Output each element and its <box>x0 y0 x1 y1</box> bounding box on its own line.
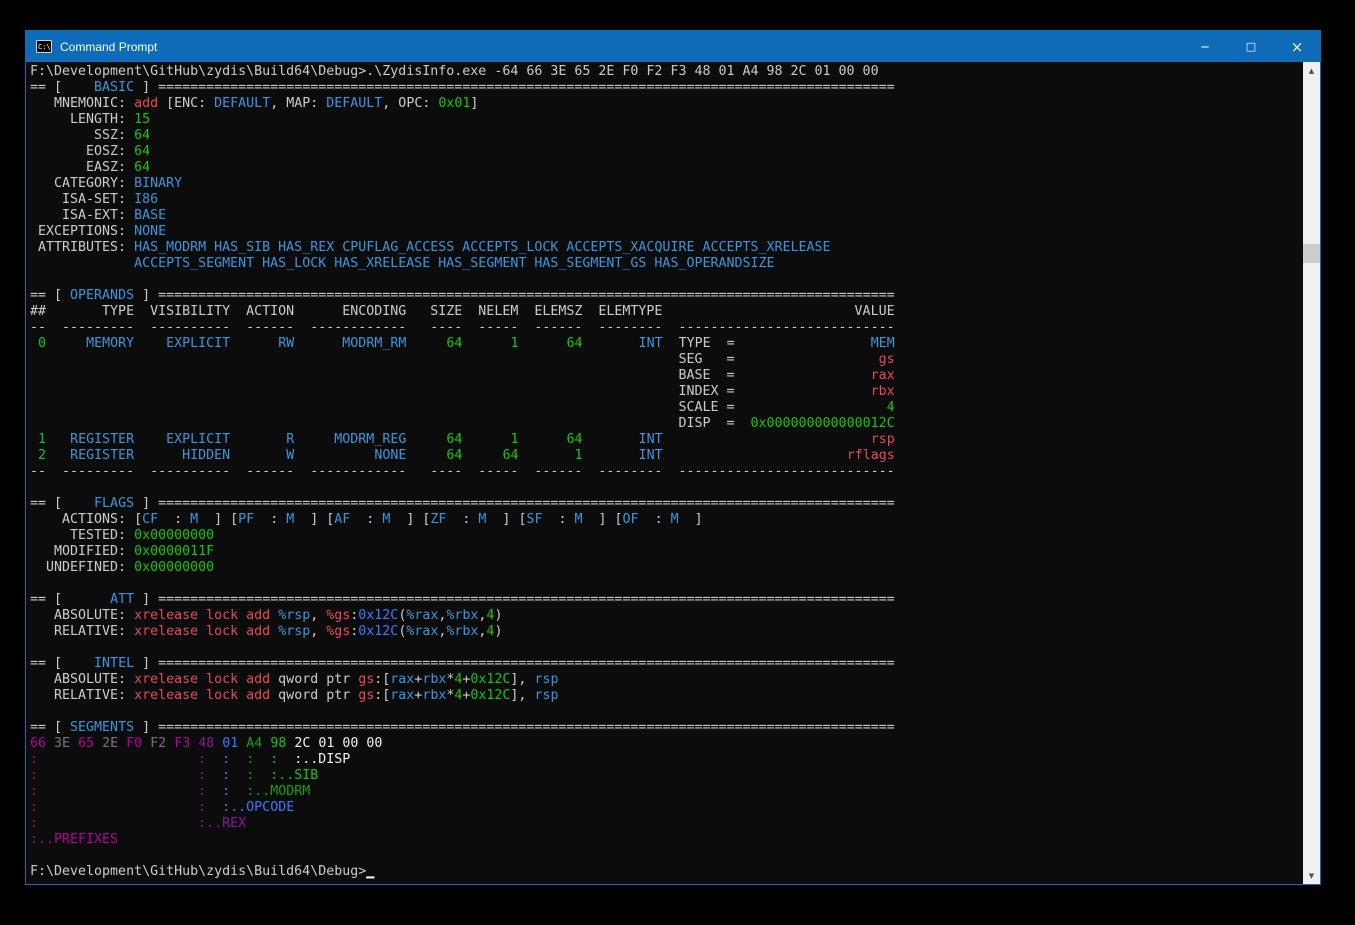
terminal-line: 2 REGISTER HIDDEN W NONE 64 64 1 INT rfl… <box>30 448 1320 464</box>
terminal-line <box>30 272 1320 288</box>
cmd-icon: C:\ <box>36 40 52 53</box>
terminal-line: F:\Development\GitHub\zydis\Build64\Debu… <box>30 864 1320 880</box>
terminal-line: MNEMONIC: add [ENC: DEFAULT, MAP: DEFAUL… <box>30 96 1320 112</box>
terminal-line: SCALE = 4 <box>30 400 1320 416</box>
terminal-line: TESTED: 0x00000000 <box>30 528 1320 544</box>
terminal-line: == [ INTEL ] ===========================… <box>30 656 1320 672</box>
terminal-line: : :..REX <box>30 816 1320 832</box>
terminal-line: : : : : : :..DISP <box>30 752 1320 768</box>
terminal-line: == [ BASIC ] ===========================… <box>30 80 1320 96</box>
window-title: Command Prompt <box>60 40 157 54</box>
terminal-line <box>30 640 1320 656</box>
terminal-line: EASZ: 64 <box>30 160 1320 176</box>
terminal-line: BASE = rax <box>30 368 1320 384</box>
terminal-line: ATTRIBUTES: HAS_MODRM HAS_SIB HAS_REX CP… <box>30 240 1320 256</box>
terminal-line: F:\Development\GitHub\zydis\Build64\Debu… <box>30 64 1320 80</box>
terminal-line: == [ OPERANDS ] ========================… <box>30 288 1320 304</box>
scroll-down-button[interactable]: ▼ <box>1303 867 1320 884</box>
terminal-line: : : : :..MODRM <box>30 784 1320 800</box>
terminal-line: :..PREFIXES <box>30 832 1320 848</box>
terminal-line: ISA-SET: I86 <box>30 192 1320 208</box>
close-button[interactable]: × <box>1274 31 1320 62</box>
terminal-line: SEG = gs <box>30 352 1320 368</box>
terminal-line: -- --------- ---------- ------ ---------… <box>30 464 1320 480</box>
terminal-line: : : :..OPCODE <box>30 800 1320 816</box>
terminal-line: ISA-EXT: BASE <box>30 208 1320 224</box>
terminal-line: == [ SEGMENTS ] ========================… <box>30 720 1320 736</box>
minimize-button[interactable]: ─ <box>1182 31 1228 62</box>
terminal-line: INDEX = rbx <box>30 384 1320 400</box>
terminal-line: RELATIVE: xrelease lock add qword ptr gs… <box>30 688 1320 704</box>
terminal-line: MODIFIED: 0x0000011F <box>30 544 1320 560</box>
scrollbar-thumb[interactable] <box>1303 244 1320 263</box>
terminal-line: SSZ: 64 <box>30 128 1320 144</box>
terminal-line: DISP = 0x000000000000012C <box>30 416 1320 432</box>
terminal-line: CATEGORY: BINARY <box>30 176 1320 192</box>
terminal-line <box>30 576 1320 592</box>
terminal-line: ABSOLUTE: xrelease lock add qword ptr gs… <box>30 672 1320 688</box>
terminal-line: EOSZ: 64 <box>30 144 1320 160</box>
command-prompt-window: C:\ Command Prompt ─ □ × F:\Development\… <box>25 30 1321 885</box>
maximize-button[interactable]: □ <box>1228 31 1274 62</box>
terminal-line: EXCEPTIONS: NONE <box>30 224 1320 240</box>
terminal-line: 66 3E 65 2E F0 F2 F3 48 01 A4 98 2C 01 0… <box>30 736 1320 752</box>
terminal-line: 1 REGISTER EXPLICIT R MODRM_REG 64 1 64 … <box>30 432 1320 448</box>
terminal-line: : : : : :..SIB <box>30 768 1320 784</box>
terminal-line: ACTIONS: [CF : M ] [PF : M ] [AF : M ] [… <box>30 512 1320 528</box>
terminal-line: == [ FLAGS ] ===========================… <box>30 496 1320 512</box>
terminal-line: -- --------- ---------- ------ ---------… <box>30 320 1320 336</box>
terminal-line <box>30 704 1320 720</box>
terminal-line: ACCEPTS_SEGMENT HAS_LOCK HAS_XRELEASE HA… <box>30 256 1320 272</box>
terminal-line: == [ ATT ] =============================… <box>30 592 1320 608</box>
window-controls: ─ □ × <box>1182 31 1320 62</box>
terminal-line: 0 MEMORY EXPLICIT RW MODRM_RM 64 1 64 IN… <box>30 336 1320 352</box>
terminal-line: RELATIVE: xrelease lock add %rsp, %gs:0x… <box>30 624 1320 640</box>
console-output[interactable]: F:\Development\GitHub\zydis\Build64\Debu… <box>26 62 1320 884</box>
terminal-line <box>30 480 1320 496</box>
scroll-up-button[interactable]: ▲ <box>1303 62 1320 79</box>
terminal-line <box>30 848 1320 864</box>
terminal-line: ABSOLUTE: xrelease lock add %rsp, %gs:0x… <box>30 608 1320 624</box>
terminal-line: LENGTH: 15 <box>30 112 1320 128</box>
titlebar[interactable]: C:\ Command Prompt ─ □ × <box>26 31 1320 62</box>
scrollbar[interactable]: ▲ ▼ <box>1303 62 1320 884</box>
terminal-line: UNDEFINED: 0x00000000 <box>30 560 1320 576</box>
terminal-line: ## TYPE VISIBILITY ACTION ENCODING SIZE … <box>30 304 1320 320</box>
